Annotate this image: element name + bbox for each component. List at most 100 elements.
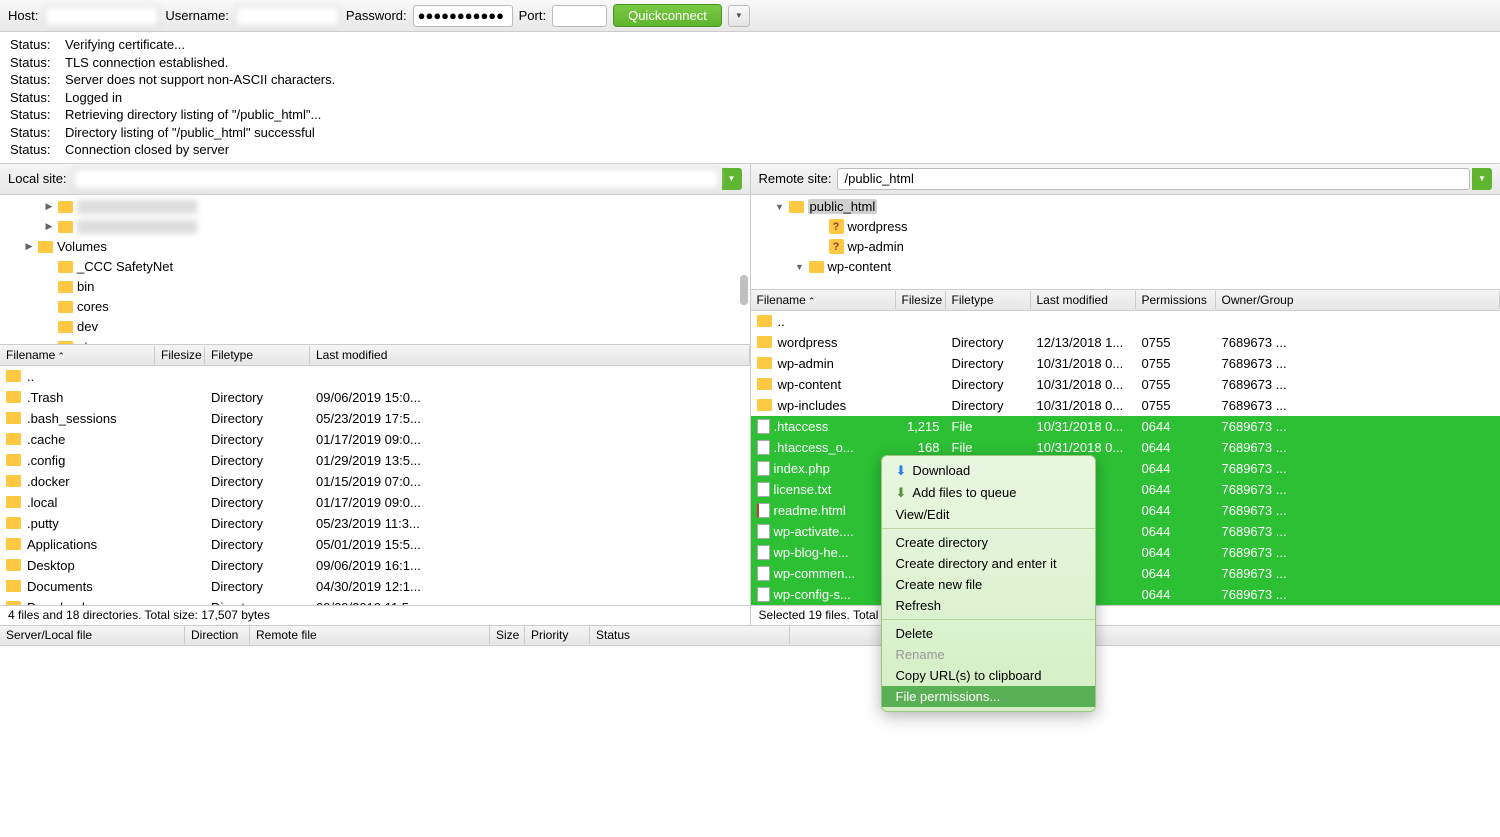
tree-row[interactable]: bin: [4, 277, 746, 297]
main-panes: ▶▶▶Volumes_CCC SafetyNetbincoresdevetc F…: [0, 195, 1500, 625]
list-item[interactable]: wordpressDirectory12/13/2018 1...0755768…: [751, 332, 1500, 353]
tree-row[interactable]: ?wordpress: [755, 217, 1497, 237]
local-history-dropdown[interactable]: ▼: [722, 168, 742, 190]
ctx-add-queue[interactable]: ⬇Add files to queue: [882, 482, 1095, 504]
folder-icon: [6, 538, 21, 550]
col-filename[interactable]: Filename⌃: [0, 346, 155, 364]
remote-column-headers[interactable]: Filename⌃ Filesize Filetype Last modifie…: [751, 290, 1500, 311]
list-item[interactable]: ApplicationsDirectory05/01/2019 15:5...: [0, 534, 750, 555]
col-filesize[interactable]: Filesize: [155, 346, 205, 364]
local-file-list[interactable]: ...TrashDirectory09/06/2019 15:0....bash…: [0, 366, 750, 605]
list-item[interactable]: .bash_sessionsDirectory05/23/2019 17:5..…: [0, 408, 750, 429]
disclosure-triangle-icon[interactable]: ▼: [795, 262, 805, 272]
list-item[interactable]: wp-includesDirectory10/31/2018 0...07557…: [751, 395, 1500, 416]
col-permissions[interactable]: Permissions: [1136, 291, 1216, 309]
tree-label: dev: [77, 319, 98, 334]
file-type: Directory: [205, 516, 310, 531]
ctx-create-dir[interactable]: Create directory: [882, 532, 1095, 553]
list-item[interactable]: .cacheDirectory01/17/2019 09:0...: [0, 429, 750, 450]
list-item[interactable]: wp-config-s...8 0...06447689673 ...: [751, 584, 1500, 605]
disclosure-triangle-icon[interactable]: ▶: [24, 241, 34, 252]
list-item[interactable]: DesktopDirectory09/06/2019 16:1...: [0, 555, 750, 576]
ctx-delete[interactable]: Delete: [882, 623, 1095, 644]
username-input[interactable]: [235, 5, 340, 27]
tree-row[interactable]: ▶Volumes: [4, 237, 746, 257]
list-item[interactable]: .htaccess1,215File10/31/2018 0...0644768…: [751, 416, 1500, 437]
port-input[interactable]: [552, 5, 607, 27]
scrollbar-thumb[interactable]: [740, 275, 748, 305]
ctx-refresh[interactable]: Refresh: [882, 595, 1095, 616]
queue-col[interactable]: Status: [590, 626, 790, 644]
remote-site-input[interactable]: [837, 168, 1470, 190]
log-message: Server does not support non-ASCII charac…: [65, 71, 335, 89]
list-item[interactable]: wp-activate....8 0...06447689673 ...: [751, 521, 1500, 542]
folder-icon: [58, 301, 73, 313]
tree-row[interactable]: cores: [4, 297, 746, 317]
remote-file-list[interactable]: ..wordpressDirectory12/13/2018 1...07557…: [751, 311, 1500, 605]
local-column-headers[interactable]: Filename⌃ Filesize Filetype Last modifie…: [0, 345, 750, 366]
list-item[interactable]: readme.html8 0...06447689673 ...: [751, 500, 1500, 521]
quickconnect-button[interactable]: Quickconnect: [613, 4, 722, 27]
list-item[interactable]: wp-blog-he...8 0...06447689673 ...: [751, 542, 1500, 563]
tree-row[interactable]: ▼public_html: [755, 197, 1497, 217]
queue-col[interactable]: Remote file: [250, 626, 490, 644]
list-item[interactable]: .dockerDirectory01/15/2019 07:0...: [0, 471, 750, 492]
col-modified[interactable]: Last modified: [1031, 291, 1136, 309]
password-input[interactable]: [413, 5, 513, 27]
list-item[interactable]: .puttyDirectory05/23/2019 11:3...: [0, 513, 750, 534]
col-filetype[interactable]: Filetype: [205, 346, 310, 364]
list-item[interactable]: DownloadsDirectory09/09/2019 11:5...: [0, 597, 750, 605]
sort-asc-icon: ⌃: [57, 351, 65, 361]
disclosure-triangle-icon[interactable]: ▶: [44, 201, 54, 212]
ctx-view-edit[interactable]: View/Edit: [882, 504, 1095, 525]
col-filetype[interactable]: Filetype: [946, 291, 1031, 309]
queue-column-headers[interactable]: Server/Local fileDirectionRemote fileSiz…: [0, 625, 1500, 646]
list-item[interactable]: license.txt8 0...06447689673 ...: [751, 479, 1500, 500]
tree-row[interactable]: ?wp-admin: [755, 237, 1497, 257]
list-item[interactable]: ..: [0, 366, 750, 387]
quickconnect-dropdown[interactable]: ▼: [728, 5, 750, 27]
col-owner[interactable]: Owner/Group: [1216, 291, 1500, 309]
ctx-download[interactable]: ⬇Download: [882, 460, 1095, 482]
list-item[interactable]: .htaccess_o...168File10/31/2018 0...0644…: [751, 437, 1500, 458]
ctx-copy-url[interactable]: Copy URL(s) to clipboard: [882, 665, 1095, 686]
list-item[interactable]: wp-commen...8 0...06447689673 ...: [751, 563, 1500, 584]
list-item[interactable]: .configDirectory01/29/2019 13:5...: [0, 450, 750, 471]
list-item[interactable]: wp-contentDirectory10/31/2018 0...075576…: [751, 374, 1500, 395]
host-input[interactable]: [44, 5, 159, 27]
list-item[interactable]: ..: [751, 311, 1500, 332]
folder-icon: [757, 357, 772, 369]
ctx-separator: [882, 528, 1095, 529]
queue-col[interactable]: Size: [490, 626, 525, 644]
ctx-create-file[interactable]: Create new file: [882, 574, 1095, 595]
col-modified[interactable]: Last modified: [310, 346, 750, 364]
queue-col[interactable]: Direction: [185, 626, 250, 644]
queue-col[interactable]: Priority: [525, 626, 590, 644]
disclosure-triangle-icon[interactable]: ▼: [775, 202, 785, 212]
list-item[interactable]: .TrashDirectory09/06/2019 15:0...: [0, 387, 750, 408]
col-filesize[interactable]: Filesize: [896, 291, 946, 309]
tree-row[interactable]: ▼wp-content: [755, 257, 1497, 277]
tree-row[interactable]: ▶: [4, 217, 746, 237]
local-tree[interactable]: ▶▶▶Volumes_CCC SafetyNetbincoresdevetc: [0, 195, 750, 345]
remote-tree[interactable]: ▼public_html?wordpress?wp-admin▼wp-conte…: [751, 195, 1500, 290]
tree-row[interactable]: dev: [4, 317, 746, 337]
remote-history-dropdown[interactable]: ▼: [1472, 168, 1492, 190]
ctx-file-permissions[interactable]: File permissions...: [882, 686, 1095, 707]
ctx-create-dir-enter[interactable]: Create directory and enter it: [882, 553, 1095, 574]
list-item[interactable]: index.php8 0...06447689673 ...: [751, 458, 1500, 479]
queue-col[interactable]: Server/Local file: [0, 626, 185, 644]
tree-row[interactable]: ▶: [4, 197, 746, 217]
tree-row[interactable]: etc: [4, 337, 746, 345]
file-type: Directory: [946, 398, 1031, 413]
file-owner: 7689673 ...: [1216, 398, 1500, 413]
queue-area[interactable]: [0, 646, 1500, 736]
disclosure-triangle-icon[interactable]: ▶: [44, 221, 54, 232]
list-item[interactable]: DocumentsDirectory04/30/2019 12:1...: [0, 576, 750, 597]
list-item[interactable]: wp-adminDirectory10/31/2018 0...07557689…: [751, 353, 1500, 374]
col-filename[interactable]: Filename⌃: [751, 291, 896, 309]
local-site-input[interactable]: [73, 168, 720, 190]
tree-row[interactable]: _CCC SafetyNet: [4, 257, 746, 277]
log-label: Status:: [10, 89, 65, 107]
list-item[interactable]: .localDirectory01/17/2019 09:0...: [0, 492, 750, 513]
